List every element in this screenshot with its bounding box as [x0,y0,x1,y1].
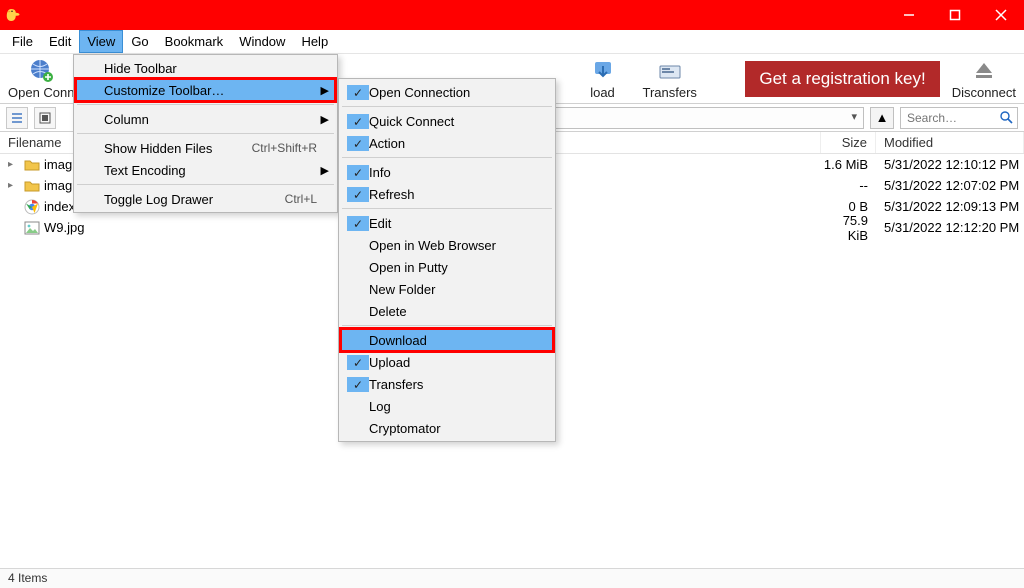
file-name: W9.jpg [44,220,84,235]
menu-separator [342,106,552,107]
view-bookmark-button[interactable] [34,107,56,129]
eject-icon [970,57,998,85]
submenuitem-info[interactable]: Info [341,161,553,183]
submenuitem-new-folder[interactable]: New Folder [341,278,553,300]
download-label-tail: load [590,85,615,100]
status-bar: 4 Items [0,568,1024,588]
menu-separator [77,133,334,134]
menu-separator [77,184,334,185]
col-size[interactable]: Size [821,132,876,153]
submenu-arrow-icon: ▶ [321,84,329,97]
file-size: 75.9 KiB [821,213,876,243]
menu-separator [342,208,552,209]
menu-edit[interactable]: Edit [41,30,79,53]
up-button[interactable]: ▲ [870,107,894,129]
file-name: imag [44,178,72,193]
menu-file[interactable]: File [4,30,41,53]
submenuitem-quick-connect[interactable]: Quick Connect [341,110,553,132]
download-icon [589,57,617,85]
expand-icon[interactable]: ▸ [8,159,20,170]
transfers-button[interactable]: Transfers [639,57,701,100]
menu-window[interactable]: Window [231,30,293,53]
view-list-button[interactable] [6,107,28,129]
file-modified: 5/31/2022 12:12:20 PM [876,220,1024,235]
customize-toolbar-submenu: Open Connection Quick Connect Action Inf… [338,78,556,442]
path-combobox[interactable] [548,107,864,129]
submenuitem-transfers[interactable]: Transfers [341,373,553,395]
file-size: 1.6 MiB [821,157,876,172]
submenuitem-delete[interactable]: Delete [341,300,553,322]
transfers-label: Transfers [643,85,697,100]
transfers-icon [656,57,684,85]
submenuitem-refresh[interactable]: Refresh [341,183,553,205]
globe-plus-icon [27,57,55,85]
download-button-partial[interactable]: load [575,57,631,100]
menu-separator [77,104,334,105]
menuitem-customize-toolbar[interactable]: Customize Toolbar…▶ [76,79,335,101]
view-menu: Hide Toolbar Customize Toolbar…▶ Column▶… [73,54,338,213]
menu-bookmark[interactable]: Bookmark [157,30,232,53]
submenuitem-log[interactable]: Log [341,395,553,417]
submenuitem-open-browser[interactable]: Open in Web Browser [341,234,553,256]
submenuitem-action[interactable]: Action [341,132,553,154]
submenu-arrow-icon: ▶ [321,113,329,126]
app-icon [6,6,24,24]
registration-key-banner[interactable]: Get a registration key! [745,61,939,97]
search-wrap [900,107,1018,129]
maximize-button[interactable] [932,0,978,30]
search-icon [1000,111,1013,127]
menuitem-show-hidden[interactable]: Show Hidden FilesCtrl+Shift+R [76,137,335,159]
submenuitem-upload[interactable]: Upload [341,351,553,373]
file-modified: 5/31/2022 12:10:12 PM [876,157,1024,172]
menu-go[interactable]: Go [123,30,156,53]
titlebar [0,0,1024,30]
menu-separator [342,157,552,158]
submenuitem-open-putty[interactable]: Open in Putty [341,256,553,278]
menuitem-hide-toolbar[interactable]: Hide Toolbar [76,57,335,79]
menuitem-text-encoding[interactable]: Text Encoding▶ [76,159,335,181]
submenuitem-open-connection[interactable]: Open Connection [341,81,553,103]
menubar: File Edit View Go Bookmark Window Help [0,30,1024,54]
minimize-button[interactable] [886,0,932,30]
open-connection-button[interactable]: Open Conn [4,57,79,100]
chrome-html-icon [24,199,40,215]
menuitem-column[interactable]: Column▶ [76,108,335,130]
submenuitem-cryptomator[interactable]: Cryptomator [341,417,553,439]
expand-icon[interactable]: ▸ [8,180,20,191]
submenu-arrow-icon: ▶ [321,164,329,177]
close-button[interactable] [978,0,1024,30]
file-name: imag [44,157,72,172]
file-modified: 5/31/2022 12:07:02 PM [876,178,1024,193]
open-connection-label: Open Conn [8,85,75,100]
menu-help[interactable]: Help [293,30,336,53]
folder-icon [24,178,40,194]
menu-view[interactable]: View [79,30,123,53]
submenuitem-edit[interactable]: Edit [341,212,553,234]
file-size: -- [821,178,876,193]
menu-separator [342,325,552,326]
disconnect-label: Disconnect [952,85,1016,100]
image-file-icon [24,220,40,236]
window-controls [886,0,1024,30]
submenuitem-download[interactable]: Download [341,329,553,351]
col-modified[interactable]: Modified [876,132,1024,153]
disconnect-button[interactable]: Disconnect [948,57,1020,100]
file-modified: 5/31/2022 12:09:13 PM [876,199,1024,214]
menuitem-toggle-log[interactable]: Toggle Log DrawerCtrl+L [76,188,335,210]
folder-icon [24,157,40,173]
